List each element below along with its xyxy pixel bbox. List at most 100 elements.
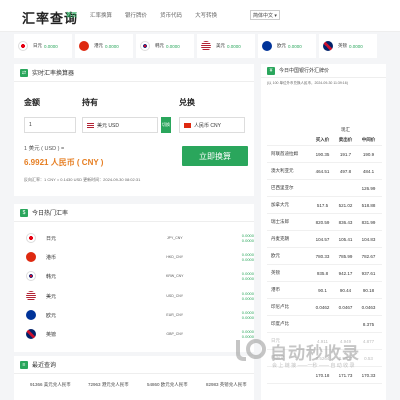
watermark-text: 自动秒收录: [270, 344, 360, 363]
hot-rates-panel: $ 今日热门汇率 日元 JPY_CNY 0.0000 0.0000 港币 HKD_…: [14, 204, 254, 352]
list-item[interactable]: 日元 JPY_CNY 0.0000 0.0000: [14, 230, 254, 246]
to-label: 兑换: [179, 98, 195, 107]
watermark: 自动秒收录 会 上 链 接 ——一秒 —— 自 动 收 录: [232, 337, 382, 377]
converter-title: ⇄ 实时汇率换算器: [14, 64, 254, 82]
table-row: 加拿大元 517.5 521.02 518.88: [267, 197, 382, 214]
result-line2: 6.9921 人民币 ( CNY ): [24, 158, 104, 167]
language-select[interactable]: 简体中文 ▾: [250, 10, 280, 20]
currency-pair: JPY_CNY: [166, 236, 183, 240]
currency-name: 美元: [46, 293, 57, 300]
from-currency-select[interactable]: 美元 USD: [82, 117, 158, 133]
main-nav: 首页 汇率换算 银行牌价 货币代码 大写转换: [66, 11, 230, 19]
rate-values: 0.0000 0.0000: [241, 271, 254, 281]
korea-flag-icon: [26, 271, 36, 281]
uk-flag-icon: [26, 329, 36, 339]
list-item[interactable]: 欧元 EUR_CNY 0.0000 0.0000: [14, 307, 254, 323]
list-item[interactable]: 港币 HKD_CNY 0.0000 0.0000: [14, 249, 254, 265]
recent-panel: ≡ 最近查询 91366 美元兑人民币 72963 港元兑人民币 54860 欧…: [14, 356, 254, 400]
rates-bar: 日元 0.0000 港元 0.0000 韩元 0.0000 美元 0.0000 …: [0, 34, 400, 60]
to-currency-value: 人民币 CNY: [194, 122, 221, 129]
recent-item[interactable]: 54860 欧元兑人民币: [147, 382, 188, 388]
rate-name: 英镑: [338, 43, 347, 48]
hot-rates-title-text: 今日热门汇率: [32, 211, 69, 217]
table-row: 瑞士法郎 820.59 836.43 831.99: [267, 214, 382, 231]
bank-rates-title: ¥ 今日中国银行外汇牌价: [261, 64, 386, 78]
usa-flag-icon: [87, 122, 94, 128]
table-row: 澳大利亚元 464.51 497.8 484.1: [267, 163, 382, 180]
list-item[interactable]: 韩元 KRW_CNY 0.0000 0.0000: [14, 268, 254, 284]
converter-title-text: 实时汇率换算器: [32, 71, 75, 77]
amount-label: 金额: [24, 98, 40, 107]
rate-values: 0.0000 0.0000: [241, 291, 254, 301]
hot-rates-title: $ 今日热门汇率: [14, 204, 254, 222]
nav-uppercase[interactable]: 大写转换: [195, 11, 217, 19]
currency-name: 欧元: [46, 312, 57, 319]
bank-rates-title-text: 今日中国银行外汇牌价: [279, 68, 330, 74]
table-row: 英镑 935.8 942.17 937.61: [267, 265, 382, 282]
japan-flag-icon: [18, 41, 28, 51]
rate-name: 韩元: [155, 43, 164, 48]
to-currency-select[interactable]: 人民币 CNY: [179, 117, 245, 133]
recent-item[interactable]: 91366 美元兑人民币: [30, 382, 71, 388]
table-header: 买入价 卖出价 中间价: [267, 134, 382, 146]
recent-title-text: 最近查询: [32, 363, 57, 369]
rate-name: 美元: [216, 43, 225, 48]
rate-value: 0.0000: [227, 43, 241, 49]
watermark-subtext: 会 上 链 接 ——一秒 —— 自 动 收 录: [272, 363, 355, 369]
currency-pair: GBP_CNY: [166, 332, 184, 336]
currency-name: 英镑: [46, 331, 57, 338]
convert-button[interactable]: 立即换算: [182, 146, 248, 166]
rate-card[interactable]: 港元 0.0000: [75, 34, 133, 58]
uk-flag-icon: [323, 41, 333, 51]
swap-button[interactable]: 切换: [161, 117, 171, 133]
currency-pair: EUR_CNY: [166, 313, 184, 317]
eu-flag-icon: [26, 310, 36, 320]
japan-flag-icon: [26, 233, 36, 243]
amount-input[interactable]: 1: [24, 117, 76, 133]
rate-card[interactable]: 韩元 0.0000: [136, 34, 194, 58]
table-row: 欧元 780.33 785.99 782.67: [267, 248, 382, 265]
table-row: 巴西里亚尔 126.99: [267, 180, 382, 197]
currency-pair: USD_CNY: [166, 294, 184, 298]
reverse-rate-text: 反向汇率：1 CNY = 0.1430 USD 更新时间：2024-09-30 …: [24, 177, 141, 182]
currency-pair: KRW_CNY: [166, 274, 184, 278]
rate-values: 0.0000 0.0000: [241, 310, 254, 320]
table-row: 丹麦克朗 104.57 105.41 104.83: [267, 231, 382, 248]
rate-name: 港元: [94, 43, 103, 48]
nav-bank-rates[interactable]: 银行牌价: [125, 11, 147, 19]
rate-card[interactable]: 美元 0.0000: [197, 34, 255, 58]
rate-value: 0.0000: [349, 43, 363, 49]
table-row: 港币 90.1 90.44 90.18: [267, 282, 382, 299]
list-item[interactable]: 英镑 GBP_CNY 0.0000 0.0000: [14, 326, 254, 342]
rate-values: 0.0000 0.0000: [241, 252, 254, 262]
eu-flag-icon: [262, 41, 272, 51]
recent-item[interactable]: 82983 英镑兑人民币: [206, 382, 247, 388]
korea-flag-icon: [140, 41, 150, 51]
rate-value: 0.0000: [44, 43, 58, 49]
currency-name: 日元: [46, 235, 57, 242]
rate-name: 欧元: [277, 43, 286, 48]
currency-pair: HKD_CNY: [166, 255, 184, 259]
recent-item[interactable]: 72963 港元兑人民币: [88, 382, 129, 388]
recent-title: ≡ 最近查询: [14, 356, 254, 374]
list-item[interactable]: 美元 USD_CNY 0.0000 0.0000: [14, 288, 254, 304]
rate-name: 日元: [33, 43, 42, 48]
bank-rates-subtitle: (以 100 单位外币兑换人民币，2024-09-30 11:39:16): [267, 81, 348, 85]
bank-icon: ¥: [267, 66, 275, 75]
hongkong-flag-icon: [79, 41, 89, 51]
usa-flag-icon: [26, 291, 36, 301]
nav-home[interactable]: 首页: [66, 11, 77, 19]
history-icon: ≡: [20, 360, 28, 369]
rate-card[interactable]: 英镑 0.0000: [319, 34, 377, 58]
rate-card[interactable]: 欧元 0.0000: [258, 34, 316, 58]
rate-value: 0.0000: [166, 43, 180, 49]
result-line1: 1 美元 ( USD ) =: [24, 146, 65, 152]
nav-converter[interactable]: 汇率换算: [90, 11, 112, 19]
rate-value: 0.0000: [105, 43, 119, 49]
converter-panel: ⇄ 实时汇率换算器 金额 持有 兑换 1 美元 USD 切换 人民币 CNY 1…: [14, 64, 254, 196]
china-flag-icon: [184, 122, 191, 128]
table-row: 阿联酋迪拉姆 190.35 191.7 190.9: [267, 146, 382, 163]
nav-currency-codes[interactable]: 货币代码: [160, 11, 182, 19]
from-label: 持有: [82, 98, 98, 107]
rate-card[interactable]: 日元 0.0000: [14, 34, 72, 58]
